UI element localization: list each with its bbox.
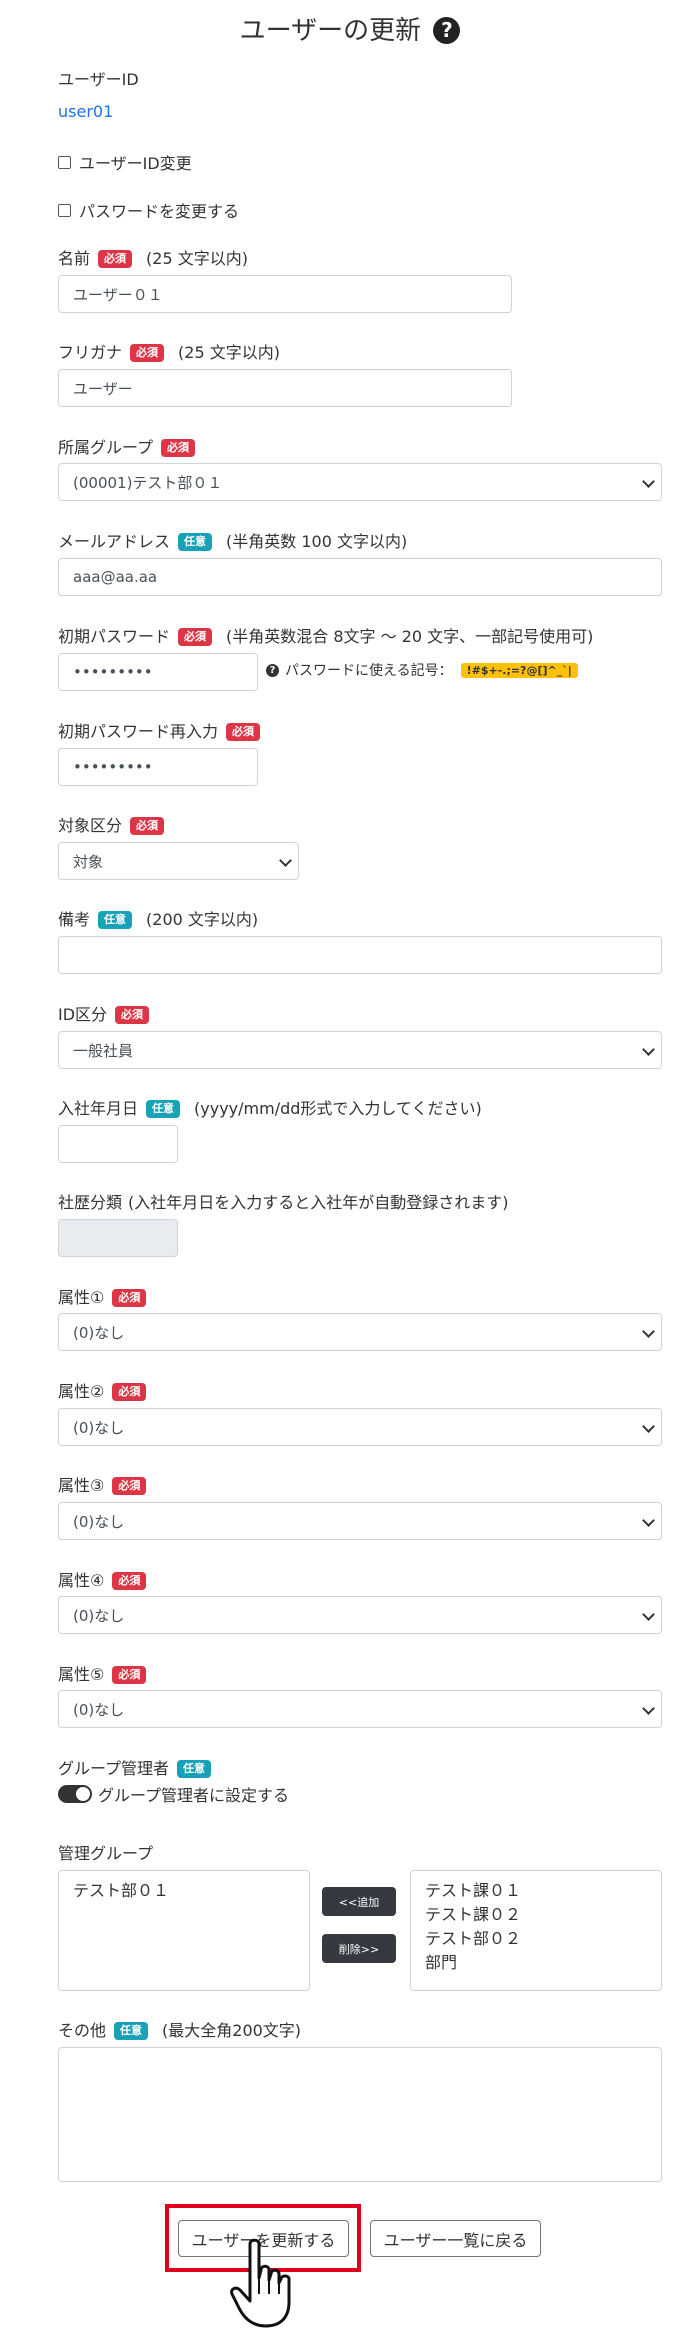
other-textarea[interactable] <box>58 2047 662 2182</box>
toggle-knob <box>76 1787 90 1801</box>
user-id-value: user01 <box>58 102 114 121</box>
change-password-checkbox[interactable]: パスワードを変更する <box>58 198 239 222</box>
email-input[interactable]: aaa@aa.aa <box>58 558 662 596</box>
required-badge: 必須 <box>130 817 165 835</box>
attribute-4-label: 属性④ 必須 <box>58 1567 147 1591</box>
question-icon: ? <box>266 663 279 677</box>
initial-password-confirm-input[interactable]: ••••••••• <box>58 748 258 786</box>
list-item[interactable]: 部門 <box>425 1951 457 1975</box>
required-badge: 必須 <box>98 250 133 268</box>
attribute-3-label: 属性③ 必須 <box>58 1472 147 1496</box>
required-badge: 必須 <box>130 344 165 362</box>
target-class-select[interactable]: 対象 <box>58 842 299 880</box>
chevron-down-icon <box>642 1514 655 1527</box>
checkbox-box[interactable] <box>58 155 71 169</box>
required-badge: 必須 <box>112 1289 147 1307</box>
managed-groups-label: 管理グループ <box>58 1844 154 1863</box>
change-user-id-checkbox[interactable]: ユーザーID変更 <box>58 150 192 174</box>
checkbox-box[interactable] <box>58 203 71 217</box>
list-item[interactable]: テスト課０２ <box>425 1903 521 1927</box>
page-title: ユーザーの更新 ? <box>0 10 700 47</box>
chevron-down-icon <box>642 1043 655 1056</box>
available-groups-list[interactable]: テスト課０１ テスト課０２ テスト部０２ 部門 <box>410 1870 662 1991</box>
furigana-label: フリガナ 必須 (25 文字以内) <box>58 343 280 362</box>
back-to-user-list-button[interactable]: ユーザー一覧に戻る <box>370 2220 541 2257</box>
attribute-2-label: 属性② 必須 <box>58 1378 147 1402</box>
email-label: メールアドレス 任意 (半角英数 100 文字以内) <box>58 532 408 551</box>
optional-badge: 任意 <box>177 1760 212 1778</box>
optional-badge: 任意 <box>114 2022 149 2040</box>
required-badge: 必須 <box>112 1572 147 1590</box>
group-admin-label: グループ管理者 任意 <box>58 1755 212 1779</box>
chevron-down-icon <box>642 1420 655 1433</box>
remove-group-button[interactable]: 削除>> <box>322 1934 396 1963</box>
group-admin-toggle[interactable]: グループ管理者に設定する <box>58 1782 289 1806</box>
list-item[interactable]: テスト部０２ <box>425 1927 521 1951</box>
remarks-label: 備考 任意 (200 文字以内) <box>58 910 259 929</box>
name-label: 名前 必須 (25 文字以内) <box>58 249 248 268</box>
selected-groups-list[interactable]: テスト部０１ <box>58 1870 310 1991</box>
user-id-label: ユーザーID <box>58 70 139 89</box>
group-label: 所属グループ 必須 <box>58 434 196 458</box>
add-group-button[interactable]: <<追加 <box>322 1887 396 1916</box>
list-item[interactable]: テスト課０１ <box>425 1879 521 1903</box>
attribute-1-select[interactable]: (0)なし <box>58 1313 662 1351</box>
attribute-3-select[interactable]: (0)なし <box>58 1502 662 1540</box>
required-badge: 必須 <box>178 628 213 646</box>
group-select[interactable]: (00001)テスト部０１ <box>58 463 662 501</box>
tenure-class-input <box>58 1219 178 1257</box>
tenure-class-label: 社歴分類 (入社年月日を入力すると入社年が自動登録されます) <box>58 1193 509 1212</box>
password-symbols-hint: ? パスワードに使える記号： !#$+-.;=?@[]^_`| <box>266 660 578 680</box>
required-badge: 必須 <box>226 723 261 741</box>
join-date-input[interactable] <box>58 1125 178 1163</box>
attribute-1-label: 属性① 必須 <box>58 1284 147 1308</box>
remarks-input[interactable] <box>58 936 662 974</box>
id-class-select[interactable]: 一般社員 <box>58 1031 662 1069</box>
attribute-5-select[interactable]: (0)なし <box>58 1690 662 1728</box>
furigana-input[interactable]: ユーザー <box>58 369 512 407</box>
optional-badge: 任意 <box>178 533 213 551</box>
chevron-down-icon <box>642 1702 655 1715</box>
list-item[interactable]: テスト部０１ <box>73 1879 169 1903</box>
id-class-label: ID区分 必須 <box>58 1001 150 1025</box>
name-input[interactable]: ユーザー０１ <box>58 275 512 313</box>
initial-password-label: 初期パスワード 必須 (半角英数混合 8文字 ～ 20 文字、一部記号使用可) <box>58 627 594 646</box>
password-symbols-badge: !#$+-.;=?@[]^_`| <box>460 662 578 678</box>
help-icon[interactable]: ? <box>433 17 461 44</box>
attribute-5-label: 属性⑤ 必須 <box>58 1661 147 1685</box>
chevron-down-icon <box>279 854 292 867</box>
other-label: その他 任意 (最大全角200文字) <box>58 2021 302 2040</box>
optional-badge: 任意 <box>146 1100 181 1118</box>
required-badge: 必須 <box>161 439 196 457</box>
toggle-switch[interactable] <box>58 1785 92 1803</box>
required-badge: 必須 <box>115 1006 150 1024</box>
optional-badge: 任意 <box>98 911 133 929</box>
pointer-hand-icon <box>230 2238 291 2328</box>
join-date-label: 入社年月日 任意 (yyyy/mm/dd形式で入力してください) <box>58 1099 482 1118</box>
chevron-down-icon <box>642 1325 655 1338</box>
required-badge: 必須 <box>112 1666 147 1684</box>
attribute-2-select[interactable]: (0)なし <box>58 1408 662 1446</box>
required-badge: 必須 <box>112 1477 147 1495</box>
chevron-down-icon <box>642 475 655 488</box>
required-badge: 必須 <box>112 1383 147 1401</box>
user-update-form: ユーザーの更新 ? ユーザーID user01 ユーザーID変更 パスワードを変… <box>0 0 700 2334</box>
target-class-label: 対象区分 必須 <box>58 812 165 836</box>
chevron-down-icon <box>642 1608 655 1621</box>
attribute-4-select[interactable]: (0)なし <box>58 1596 662 1634</box>
initial-password-input[interactable]: ••••••••• <box>58 653 258 691</box>
initial-password-confirm-label: 初期パスワード再入力 必須 <box>58 718 261 742</box>
